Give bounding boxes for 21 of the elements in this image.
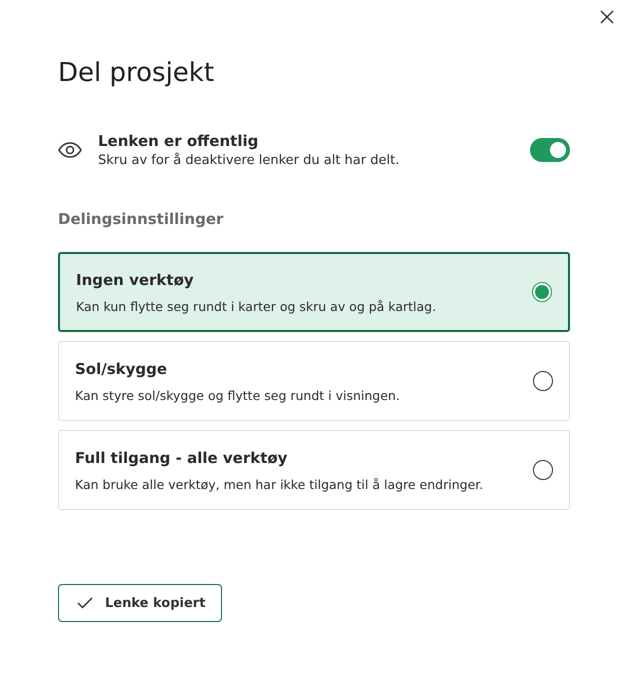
- dialog-title: Del prosjekt: [58, 58, 216, 88]
- radio-button[interactable]: [533, 371, 553, 391]
- option-description: Kan styre sol/skygge og flytte seg rundt i visningen.: [75, 388, 401, 402]
- option-card[interactable]: Full tilgang - alle verktøy Kan bruke alle verktøy, men har ikke tilgang til å lagre endringer.: [58, 430, 570, 510]
- option-card[interactable]: Ingen verktøy Kan kun flytte seg rundt i karter og skru av og på kartlag.: [58, 252, 570, 332]
- close-icon[interactable]: [600, 10, 614, 24]
- radio-button[interactable]: [533, 460, 553, 480]
- copy-link-button[interactable]: Lenke kopiert: [58, 584, 222, 622]
- eye-icon: [58, 142, 82, 158]
- radio-button[interactable]: [532, 282, 552, 302]
- public-link-toggle[interactable]: [530, 138, 570, 162]
- option-description: Kan bruke alle verktøy, men har ikke tilgang til å lagre endringer.: [75, 476, 484, 492]
- option-description: Kan kun flytte seg rundt i karter og skru av og på kartlag.: [76, 298, 438, 314]
- option-card[interactable]: Sol/skygge Kan styre sol/skygge og flytte seg rundt i visningen.: [58, 341, 570, 421]
- section-title: Delingsinnstillinger: [58, 210, 224, 228]
- option-title: Sol/skygge: [75, 360, 168, 378]
- option-title: Full tilgang - alle verktøy: [75, 448, 288, 466]
- check-icon: [77, 597, 93, 609]
- option-title: Ingen verktøy: [76, 270, 195, 288]
- toggle-label: Lenken er offentlig: [98, 132, 260, 150]
- toggle-description: Skru av for å deaktivere lenker du alt har delt.: [98, 153, 400, 168]
